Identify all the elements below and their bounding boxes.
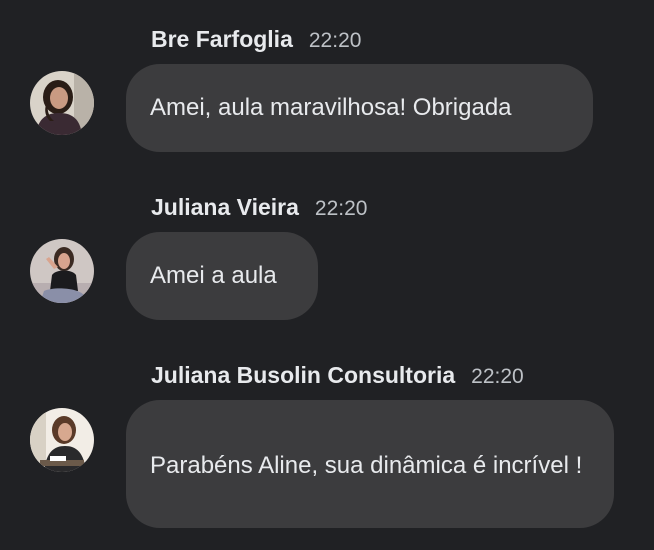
avatar[interactable] <box>30 239 94 303</box>
message-time: 22:20 <box>314 197 368 220</box>
message-header: Juliana Vieira 22:20 <box>151 194 367 221</box>
message-text: Amei a aula <box>150 262 277 289</box>
message-bubble[interactable]: Amei, aula maravilhosa! Obrigada <box>126 64 593 152</box>
sender-name[interactable]: Juliana Vieira <box>151 194 299 221</box>
message-text: Parabéns Aline, sua dinâmica é incrível … <box>150 452 583 479</box>
message-bubble[interactable]: Amei a aula <box>126 232 318 320</box>
profile-photo-icon <box>30 408 94 472</box>
avatar[interactable] <box>30 408 94 472</box>
profile-photo-icon <box>30 71 94 135</box>
message-bubble[interactable]: Parabéns Aline, sua dinâmica é incrível … <box>126 400 614 528</box>
sender-name[interactable]: Juliana Busolin Consultoria <box>151 362 455 389</box>
message-time: 22:20 <box>308 29 362 52</box>
chat-thread: Bre Farfoglia 22:20 Amei, aula maravilho… <box>0 0 654 550</box>
message-header: Bre Farfoglia 22:20 <box>151 26 361 53</box>
sender-name[interactable]: Bre Farfoglia <box>151 26 293 53</box>
message-text: Amei, aula maravilhosa! Obrigada <box>150 94 512 121</box>
message-header: Juliana Busolin Consultoria 22:20 <box>151 362 524 389</box>
message-time: 22:20 <box>471 365 524 388</box>
avatar[interactable] <box>30 71 94 135</box>
profile-photo-icon <box>30 239 94 303</box>
